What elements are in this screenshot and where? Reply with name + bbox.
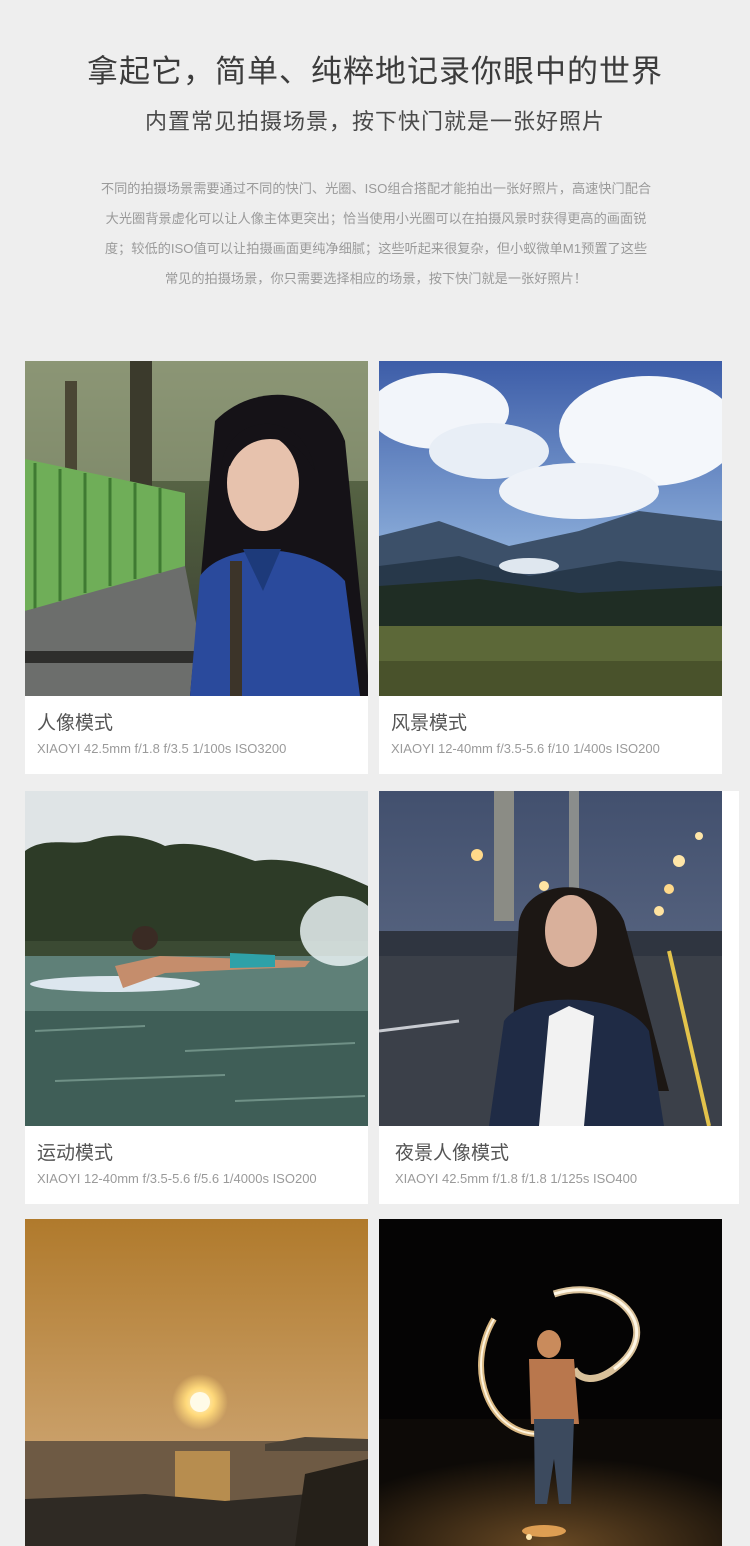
mode-caption: 人像模式 XIAOYI 42.5mm f/1.8 f/3.5 1/100s IS…: [25, 696, 368, 774]
mode-spec: XIAOYI 42.5mm f/1.8 f/3.5 1/100s ISO3200: [37, 741, 287, 756]
mode-card-fire: [379, 1219, 722, 1546]
sunset-photo: [25, 1219, 368, 1546]
mode-name: 夜景人像模式: [395, 1143, 510, 1164]
mode-name: 运动模式: [37, 1143, 114, 1164]
mode-caption: 风景模式 XIAOYI 12-40mm f/3.5-5.6 f/10 1/400…: [379, 696, 722, 774]
page-subtitle: 内置常见拍摄场景，按下快门就是一张好照片: [144, 109, 605, 134]
description-line: 大光圈背景虚化可以让人像主体更突出；恰当使用小光圈可以在拍摄风景时获得更高的画面…: [105, 211, 647, 226]
mode-card-landscape: 风景模式 XIAOYI 12-40mm f/3.5-5.6 f/10 1/400…: [379, 361, 722, 774]
mode-caption: 运动模式 XIAOYI 12-40mm f/3.5-5.6 f/5.6 1/40…: [25, 1126, 368, 1204]
surfer-photo: [25, 791, 368, 1126]
night-portrait-photo: [379, 791, 722, 1126]
mode-name: 人像模式: [37, 713, 114, 734]
landscape-photo: [379, 361, 722, 696]
description-paragraph: 不同的拍摄场景需要通过不同的快门、光圈、ISO组合搭配才能拍出一张好照片，高速快…: [80, 174, 672, 294]
mode-spec: XIAOYI 42.5mm f/1.8 f/1.8 1/125s ISO400: [395, 1171, 638, 1186]
mode-spec: XIAOYI 12-40mm f/3.5-5.6 f/5.6 1/4000s I…: [37, 1171, 317, 1186]
mode-card-night-portrait: 夜景人像模式 XIAOYI 42.5mm f/1.8 f/1.8 1/125s …: [379, 791, 739, 1204]
portrait-photo: [25, 361, 368, 696]
description-line: 常见的拍摄场景，你只需要选择相应的场景，按下快门就是一张好照片！: [165, 271, 587, 286]
mode-name: 风景模式: [391, 713, 468, 734]
description-line: 不同的拍摄场景需要通过不同的快门、光圈、ISO组合搭配才能拍出一张好照片，高速快…: [100, 181, 652, 196]
mode-card-sports: 运动模式 XIAOYI 12-40mm f/3.5-5.6 f/5.6 1/40…: [25, 791, 368, 1204]
mode-spec: XIAOYI 12-40mm f/3.5-5.6 f/10 1/400s ISO…: [391, 741, 660, 756]
page-title: 拿起它，简单、纯粹地记录你眼中的世界: [87, 54, 663, 89]
description-line: 度；较低的ISO值可以让拍摄画面更纯净细腻；这些听起来很复杂，但小蚁微单M1预置…: [104, 241, 648, 256]
fire-spinner-photo: [379, 1219, 722, 1546]
mode-caption: 夜景人像模式 XIAOYI 42.5mm f/1.8 f/1.8 1/125s …: [379, 1126, 739, 1204]
mode-card-portrait: 人像模式 XIAOYI 42.5mm f/1.8 f/3.5 1/100s IS…: [25, 361, 368, 774]
mode-card-sunset: [25, 1219, 368, 1546]
